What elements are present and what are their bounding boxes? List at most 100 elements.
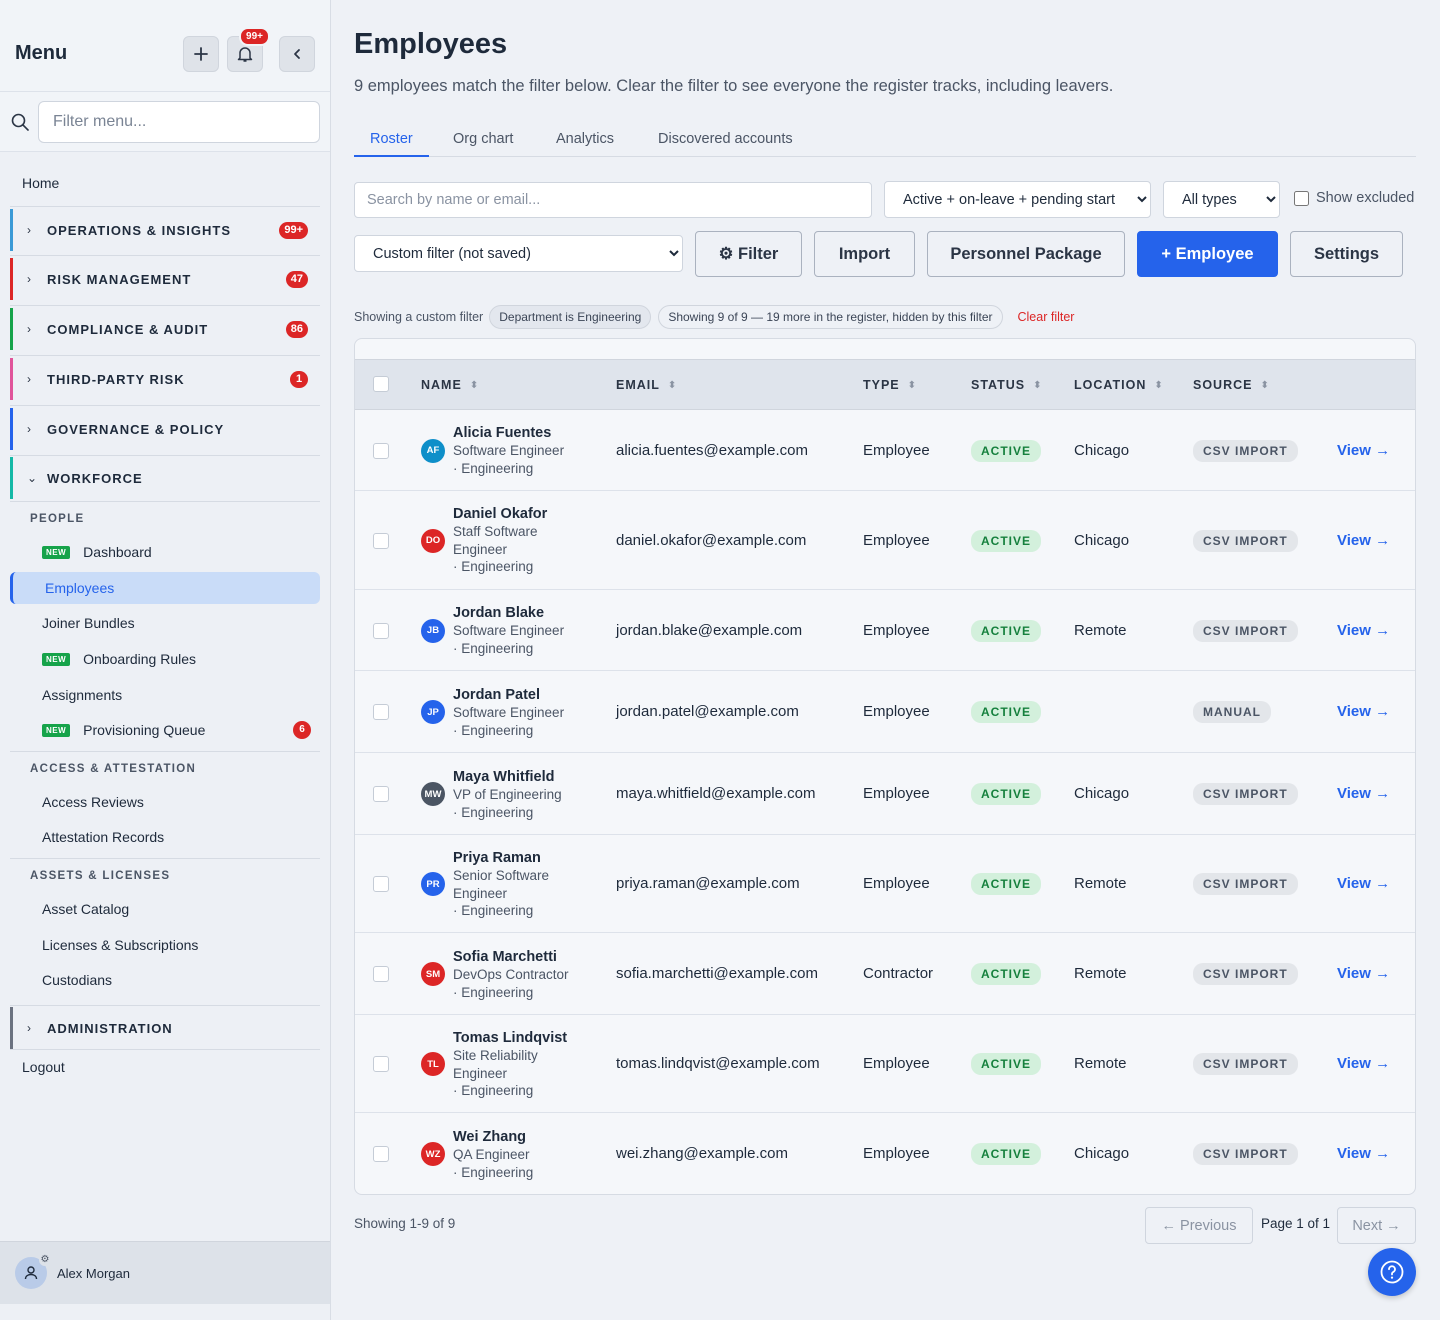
section-label: ADMINISTRATION [47, 1020, 173, 1036]
table-row[interactable]: WZ Wei Zhang QA Engineer · Engineering wei.z… [355, 1113, 1415, 1194]
logout-link[interactable]: Logout [22, 1059, 65, 1075]
next-page-button[interactable]: Next → [1337, 1207, 1416, 1244]
nav-employees[interactable]: Employees [10, 572, 320, 604]
type-filter-select[interactable]: All types [1163, 181, 1280, 218]
nav-dashboard[interactable]: NEW Dashboard [10, 536, 320, 568]
table-row[interactable]: SM Sofia Marchetti DevOps Contractor · Engi… [355, 933, 1415, 1015]
column-header-email[interactable]: EMAIL ⬍ [616, 378, 677, 392]
nav-onboarding-rules[interactable]: NEW Onboarding Rules [10, 643, 320, 675]
import-button[interactable]: Import [814, 231, 915, 277]
section-compliance-audit[interactable]: › COMPLIANCE & AUDIT 86 [10, 308, 320, 350]
employee-avatar: WZ [421, 1142, 445, 1166]
nav-provisioning-queue[interactable]: NEW Provisioning Queue 6 [10, 714, 320, 746]
employee-name[interactable]: Tomas Lindqvist [453, 1029, 583, 1047]
employee-email: jordan.blake@example.com [616, 621, 803, 639]
nav-label: Access Reviews [42, 794, 144, 810]
section-workforce[interactable]: ⌄ WORKFORCE [10, 457, 320, 499]
nav-attestation-records[interactable]: Attestation Records [10, 821, 320, 853]
row-checkbox[interactable] [373, 876, 389, 892]
column-header-name[interactable]: NAME ⬍ [421, 378, 479, 392]
column-header-source[interactable]: SOURCE ⬍ [1193, 378, 1270, 392]
employee-avatar: SM [421, 962, 445, 986]
add-employee-button[interactable]: + Employee [1137, 231, 1278, 277]
employee-name[interactable]: Daniel Okafor [453, 505, 583, 523]
help-button[interactable] [1368, 1248, 1416, 1296]
status-badge: ACTIVE [971, 439, 1042, 462]
nav-joiner-bundles[interactable]: Joiner Bundles [10, 607, 320, 639]
notifications-button[interactable]: 99+ [227, 27, 270, 72]
section-third-party-risk[interactable]: › THIRD-PARTY RISK 1 [10, 358, 320, 400]
tab-roster[interactable]: Roster [354, 122, 429, 157]
column-header-status[interactable]: STATUS ⬍ [971, 378, 1043, 392]
employee-title: Site Reliability [453, 1048, 538, 1063]
previous-page-button[interactable]: ← Previous [1145, 1207, 1253, 1244]
nav-licenses-subscriptions[interactable]: Licenses & Subscriptions [10, 929, 320, 961]
tab-org-chart[interactable]: Org chart [453, 122, 513, 157]
row-checkbox[interactable] [373, 1056, 389, 1072]
view-link[interactable]: View → [1337, 703, 1390, 720]
row-checkbox[interactable] [373, 966, 389, 982]
table-row[interactable]: TL Tomas Lindqvist Site Reliability Enginee… [355, 1015, 1415, 1113]
show-excluded-checkbox[interactable] [1294, 190, 1309, 206]
settings-button[interactable]: Settings [1290, 231, 1403, 277]
count-badge: 1 [290, 371, 308, 388]
show-excluded-toggle[interactable]: Show excluded [1294, 190, 1414, 206]
nav-custodians[interactable]: Custodians [10, 964, 320, 996]
nav-assignments[interactable]: Assignments [10, 679, 320, 711]
nav-asset-catalog[interactable]: Asset Catalog [10, 893, 320, 925]
column-header-type[interactable]: TYPE ⬍ [863, 378, 917, 392]
employee-name[interactable]: Wei Zhang [453, 1128, 583, 1146]
table-row[interactable]: PR Priya Raman Senior Software Engineer · En… [355, 835, 1415, 933]
table-row[interactable]: MW Maya Whitfield VP of Engineering · Engin… [355, 753, 1415, 835]
view-link[interactable]: View → [1337, 442, 1390, 459]
section-administration[interactable]: › ADMINISTRATION [10, 1007, 320, 1049]
row-checkbox[interactable] [373, 442, 389, 459]
view-link[interactable]: View → [1337, 785, 1390, 802]
row-checkbox[interactable] [373, 786, 389, 802]
employee-name[interactable]: Priya Raman [453, 849, 583, 867]
view-link[interactable]: View → [1337, 1145, 1390, 1162]
user-panel[interactable]: ⚙ Alex Morgan [0, 1241, 330, 1304]
table-row[interactable]: AF Alicia Fuentes Software Engineer · Engin… [355, 410, 1415, 491]
column-header-location[interactable]: LOCATION ⬍ [1074, 378, 1164, 392]
row-checkbox[interactable] [373, 704, 389, 720]
employee-name[interactable]: Alicia Fuentes [453, 424, 583, 442]
view-link[interactable]: View → [1337, 875, 1390, 892]
view-link[interactable]: View → [1337, 622, 1390, 639]
clear-filter-link[interactable]: Clear filter [1018, 310, 1075, 324]
employee-name[interactable]: Jordan Blake [453, 604, 583, 622]
personnel-package-button[interactable]: Personnel Package [927, 231, 1125, 277]
collapse-sidebar-button[interactable] [279, 36, 315, 72]
table-row[interactable]: JP Jordan Patel Software Engineer · Enginee… [355, 671, 1415, 753]
employee-type: Employee [863, 703, 930, 720]
view-link[interactable]: View → [1337, 965, 1390, 982]
tab-discovered-accounts[interactable]: Discovered accounts [658, 122, 793, 157]
nav-access-reviews[interactable]: Access Reviews [10, 786, 320, 818]
row-checkbox[interactable] [373, 532, 389, 549]
view-link[interactable]: View → [1337, 532, 1390, 549]
search-input[interactable] [354, 182, 872, 218]
tab-analytics[interactable]: Analytics [556, 122, 614, 157]
filter-chip[interactable]: Department is Engineering [489, 305, 652, 329]
section-operations-insights[interactable]: › OPERATIONS & INSIGHTS 99+ [10, 209, 320, 251]
employee-name[interactable]: Sofia Marchetti [453, 948, 583, 966]
row-checkbox[interactable] [373, 622, 389, 639]
employee-name[interactable]: Jordan Patel [453, 686, 583, 704]
add-button[interactable] [183, 36, 219, 72]
section-risk-management[interactable]: › RISK MANAGEMENT 47 [10, 258, 320, 300]
divider [10, 1005, 320, 1006]
table-row[interactable]: DO Daniel Okafor Staff Software Engineer · E… [355, 491, 1415, 590]
sort-icon: ⬍ [1154, 379, 1164, 391]
employee-name[interactable]: Maya Whitfield [453, 768, 583, 786]
filter-button[interactable]: ⚙ Filter [695, 231, 802, 277]
filter-menu-input[interactable] [38, 101, 320, 143]
nav-home[interactable]: Home [22, 175, 59, 191]
employee-location: Remote [1074, 875, 1127, 892]
table-row[interactable]: JB Jordan Blake Software Engineer · Enginee… [355, 590, 1415, 671]
status-filter-select[interactable]: Active + on-leave + pending start [884, 181, 1151, 218]
row-checkbox[interactable] [373, 1146, 389, 1162]
select-all-checkbox[interactable] [373, 376, 389, 392]
view-link[interactable]: View → [1337, 1055, 1390, 1072]
custom-filter-select[interactable]: Custom filter (not saved) [354, 235, 683, 272]
section-governance-policy[interactable]: › GOVERNANCE & POLICY [10, 408, 320, 450]
